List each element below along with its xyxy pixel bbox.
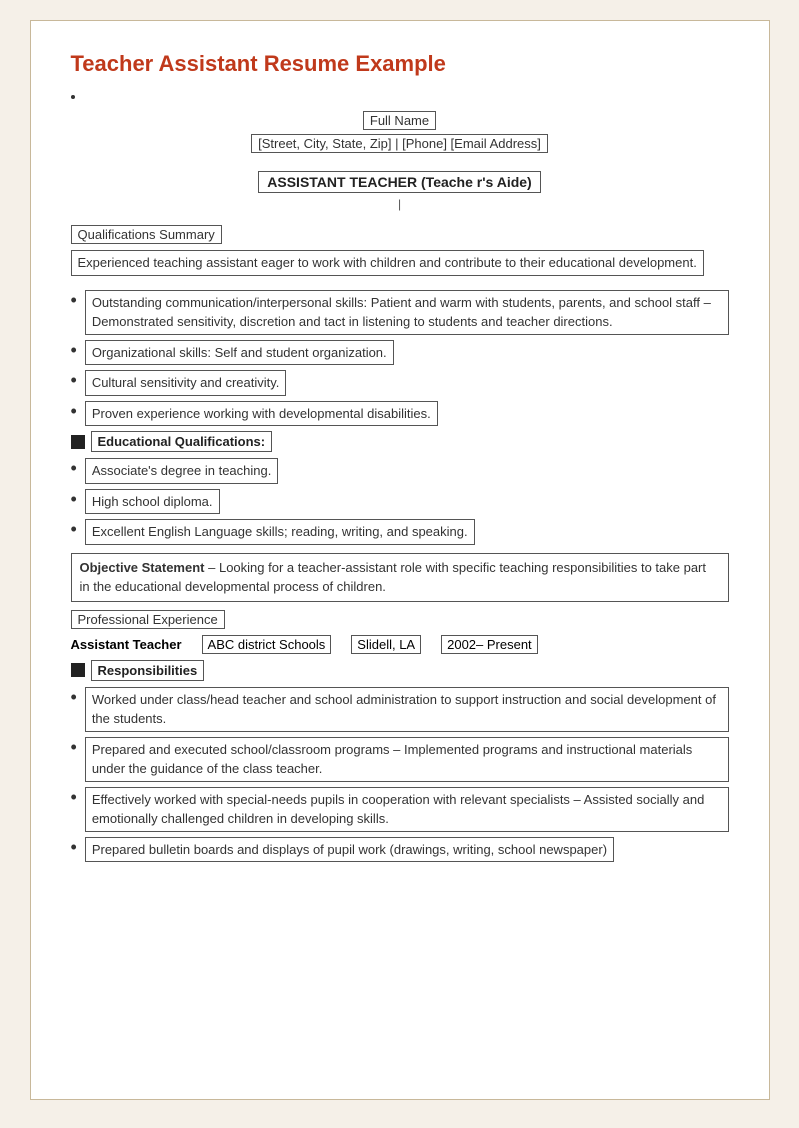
list-item: High school diploma. [71, 489, 729, 515]
edu-bullet-text: High school diploma. [85, 489, 220, 515]
list-item: Associate's degree in teaching. [71, 458, 729, 484]
objective-label: Objective Statement [80, 560, 205, 575]
bullet-text: Cultural sensitivity and creativity. [85, 370, 287, 396]
page-title: Teacher Assistant Resume Example [71, 51, 729, 77]
list-item: Prepared bulletin boards and displays of… [71, 837, 729, 863]
edu-bullet-text: Excellent English Language skills; readi… [85, 519, 475, 545]
objective-block: Objective Statement – Looking for a teac… [71, 553, 729, 602]
responsibility-text: Worked under class/head teacher and scho… [85, 687, 729, 732]
list-item: Worked under class/head teacher and scho… [71, 687, 729, 732]
professional-experience-heading: Professional Experience [71, 610, 225, 629]
bullet-text: Proven experience working with developme… [85, 401, 438, 427]
responsibility-text: Prepared bulletin boards and displays of… [85, 837, 614, 863]
qualifications-section: Qualifications Summary Experienced teach… [71, 225, 729, 545]
bullet-text: Organizational skills: Self and student … [85, 340, 394, 366]
black-square-icon-2 [71, 663, 85, 677]
list-item: Excellent English Language skills; readi… [71, 519, 729, 545]
exp-dates: 2002– Present [441, 635, 538, 654]
professional-experience-section: Professional Experience Assistant Teache… [71, 610, 729, 863]
responsibility-text: Prepared and executed school/classroom p… [85, 737, 729, 782]
edu-heading-text: Educational Qualifications: [91, 431, 273, 452]
dot-decoration [71, 95, 75, 99]
exp-job-title: Assistant Teacher [71, 637, 182, 652]
list-item: Prepared and executed school/classroom p… [71, 737, 729, 782]
job-title-block: ASSISTANT TEACHER (Teache r's Aide) | [71, 171, 729, 211]
qualifications-bullets: Outstanding communication/interpersonal … [71, 290, 729, 427]
qualifications-intro: Experienced teaching assistant eager to … [71, 250, 704, 276]
objective-section: Objective Statement – Looking for a teac… [71, 553, 729, 602]
responsibility-text: Effectively worked with special-needs pu… [85, 787, 729, 832]
edu-qualifications-heading: Educational Qualifications: [71, 431, 729, 452]
exp-company: ABC district Schools [202, 635, 332, 654]
list-item: Outstanding communication/interpersonal … [71, 290, 729, 335]
responsibilities-heading-text: Responsibilities [91, 660, 205, 681]
exp-company-info: ABC district Schools Slidell, LA 2002– P… [202, 635, 729, 654]
address-field: [Street, City, State, Zip] | [Phone] [Em… [251, 134, 548, 153]
qualifications-heading: Qualifications Summary [71, 225, 222, 244]
exp-location: Slidell, LA [351, 635, 421, 654]
responsibilities-list: Worked under class/head teacher and scho… [71, 687, 729, 863]
list-item: Proven experience working with developme… [71, 401, 729, 427]
header-block: Full Name [Street, City, State, Zip] | [… [71, 111, 729, 153]
resume-page: Teacher Assistant Resume Example Full Na… [30, 20, 770, 1100]
cursor-indicator: | [71, 197, 729, 211]
edu-bullets: Associate's degree in teaching. High sch… [71, 458, 729, 545]
list-item: Cultural sensitivity and creativity. [71, 370, 729, 396]
experience-header: Assistant Teacher ABC district Schools S… [71, 635, 729, 654]
job-title: ASSISTANT TEACHER (Teache r's Aide) [258, 171, 540, 193]
edu-bullet-text: Associate's degree in teaching. [85, 458, 279, 484]
full-name-field: Full Name [363, 111, 436, 130]
list-item: Organizational skills: Self and student … [71, 340, 729, 366]
black-square-icon [71, 435, 85, 449]
responsibilities-heading: Responsibilities [71, 660, 729, 681]
list-item: Effectively worked with special-needs pu… [71, 787, 729, 832]
bullet-text: Outstanding communication/interpersonal … [85, 290, 729, 335]
